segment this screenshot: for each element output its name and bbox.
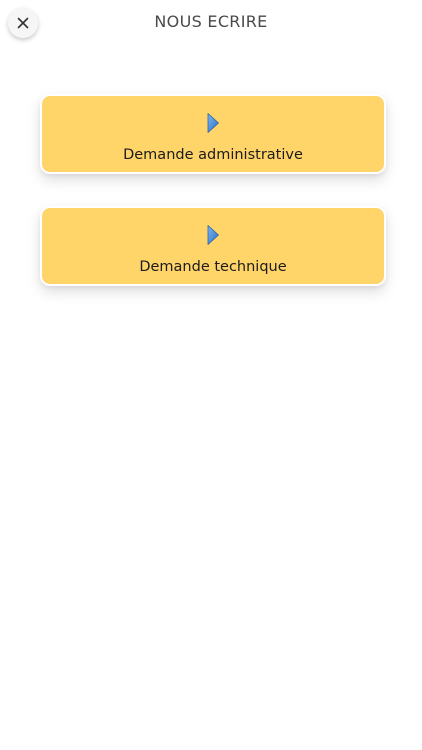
option-label: Demande administrative bbox=[123, 147, 303, 163]
demande-technique-button[interactable]: Demande technique bbox=[40, 206, 386, 286]
play-arrow-icon bbox=[207, 113, 219, 133]
option-label: Demande technique bbox=[139, 259, 287, 275]
play-arrow-icon bbox=[207, 225, 219, 245]
demande-administrative-button[interactable]: Demande administrative bbox=[40, 94, 386, 174]
page-title: NOUS ECRIRE bbox=[154, 12, 268, 31]
nous-ecrire-screen: NOUS ECRIRE Demande administrative Deman… bbox=[0, 0, 422, 750]
